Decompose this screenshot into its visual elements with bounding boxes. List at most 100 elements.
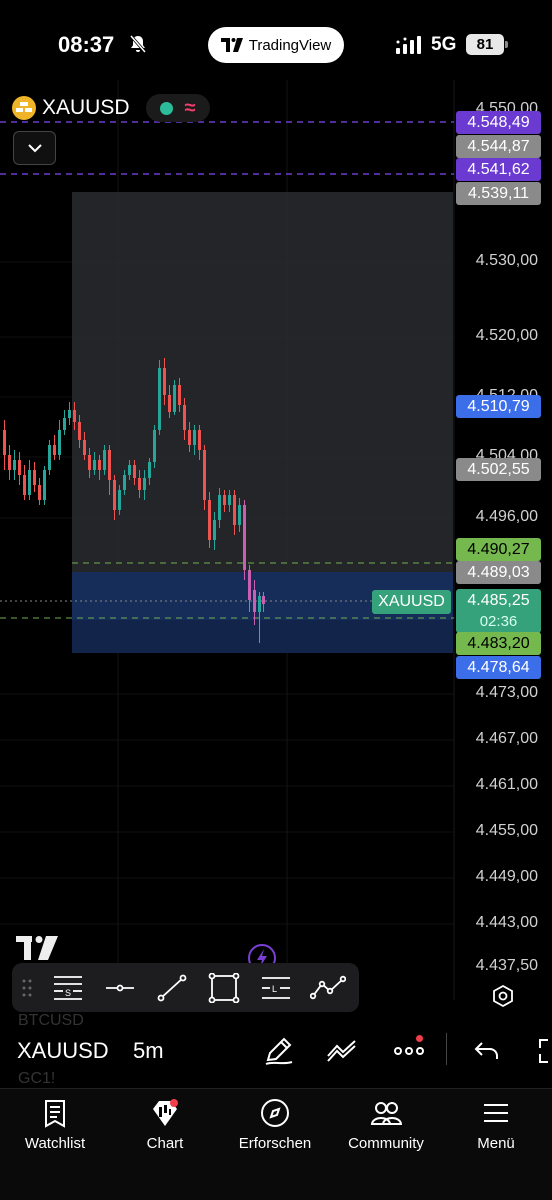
axis-label: 4.473,00 (475, 684, 538, 701)
candle-body (123, 475, 126, 490)
candle-body (93, 460, 96, 470)
candle-body (133, 465, 136, 478)
nav-menu[interactable]: Menü (441, 1097, 551, 1161)
nav-watchlist[interactable]: Watchlist (0, 1097, 110, 1161)
candle-body (63, 418, 66, 430)
status-time: 08:37 (58, 32, 115, 57)
svg-text:L: L (272, 984, 277, 994)
nav-label: Menü (477, 1135, 515, 1152)
nav-chart[interactable]: Chart (110, 1097, 220, 1161)
candle-body (143, 478, 146, 490)
symbol-header[interactable]: XAUUSD ≈ (12, 94, 210, 122)
candle-body (33, 470, 36, 485)
price-tag: 4.489,03 (456, 561, 541, 584)
tradingview-logo-icon (220, 38, 243, 52)
symbol-name: XAUUSD (42, 96, 130, 119)
candle-body (238, 505, 241, 525)
pattern-icon[interactable] (302, 963, 354, 1012)
nav-community[interactable]: Community (331, 1097, 441, 1161)
network-type: 5G (431, 34, 457, 55)
candle-body (8, 455, 11, 470)
fib-retracement-icon[interactable]: S (42, 963, 94, 1012)
chart-icon (153, 1099, 178, 1126)
price-tag: 4.502,55 (456, 458, 541, 481)
candle-body (173, 385, 176, 412)
draw-pen-icon[interactable] (262, 1034, 296, 1068)
candle-body (118, 490, 121, 510)
candle-body (228, 495, 231, 505)
watchlist-icon (45, 1100, 65, 1128)
candle-body (223, 495, 226, 505)
axis-label: 4.461,00 (475, 776, 538, 793)
candle-body (153, 430, 156, 462)
candle-body (88, 455, 91, 470)
axis-label: 4.443,00 (475, 914, 538, 931)
symbol-search-button[interactable]: XAUUSD (17, 1038, 109, 1064)
candle-body (43, 470, 46, 500)
tradingview-watermark-icon (16, 936, 58, 960)
axis-label: 4.449,00 (475, 868, 538, 885)
axis-label: 4.520,00 (475, 327, 538, 344)
nav-label: Community (348, 1135, 424, 1152)
candle-body (148, 462, 151, 478)
candle-body (248, 570, 251, 600)
svg-text:S: S (65, 988, 71, 998)
candle-body (262, 596, 265, 604)
trend-line-icon[interactable] (146, 963, 198, 1012)
chart-settings-icon[interactable] (491, 984, 515, 1008)
candle-body (38, 485, 41, 500)
candle-body (83, 440, 86, 455)
axis-label: 4.437,50 (475, 957, 538, 974)
candle-body (193, 430, 196, 445)
price-tag: 4.541,62 (456, 158, 541, 181)
hamburger-menu-icon (484, 1104, 508, 1122)
candle-body (48, 445, 51, 470)
rectangle-icon[interactable] (198, 963, 250, 1012)
chevron-down-icon (27, 144, 42, 153)
horizontal-ray-icon[interactable]: L (250, 963, 302, 1012)
signal-icon (396, 36, 421, 54)
bell-off-icon (129, 35, 147, 53)
approx-icon: ≈ (184, 97, 196, 119)
timeframe-button[interactable]: 5m (133, 1038, 164, 1064)
price-tag: 4.483,20 (456, 632, 541, 655)
candle-body (213, 520, 216, 540)
horizontal-line-icon[interactable] (94, 963, 146, 1012)
price-tag: 4.478,64 (456, 656, 541, 679)
undo-icon[interactable] (470, 1034, 504, 1068)
axis-label: 4.496,00 (475, 508, 538, 525)
zone-rectangle (72, 192, 453, 572)
battery-indicator: 81 (466, 34, 508, 55)
candle-body (23, 475, 26, 495)
drag-handle-icon[interactable] (12, 979, 42, 997)
legend-toggle-button[interactable] (13, 131, 56, 165)
candle-body (13, 460, 16, 470)
candle-body (78, 422, 81, 440)
candle-body (208, 500, 211, 540)
candle-body (183, 405, 186, 430)
candle-body (128, 465, 131, 475)
candle-body (198, 430, 201, 450)
candle-body (68, 410, 71, 418)
indicators-icon[interactable] (325, 1034, 359, 1068)
app-pill[interactable]: TradingView (208, 27, 344, 63)
candle-body (113, 480, 116, 510)
candle-body (163, 368, 166, 395)
drawing-toolbar: S L (12, 963, 359, 1012)
compass-icon (261, 1099, 289, 1127)
current-price: 4.485,25 (467, 592, 530, 609)
community-icon (370, 1102, 402, 1125)
nav-label: Chart (146, 1135, 184, 1152)
candle-body (243, 505, 246, 570)
fullscreen-icon[interactable] (530, 1034, 552, 1068)
nav-explore[interactable]: Erforschen (220, 1097, 330, 1161)
candle-body (168, 395, 171, 412)
candle-body (73, 410, 76, 422)
nav-label: Erforschen (238, 1135, 312, 1152)
axis-label: 4.455,00 (475, 822, 538, 839)
candle-body (203, 450, 206, 500)
candle-body (138, 478, 141, 490)
market-status-badge[interactable]: ≈ (145, 94, 210, 122)
bottom-navigation: Watchlist Chart Erforschen Community Men… (0, 1088, 552, 1200)
candle-body (218, 495, 221, 520)
